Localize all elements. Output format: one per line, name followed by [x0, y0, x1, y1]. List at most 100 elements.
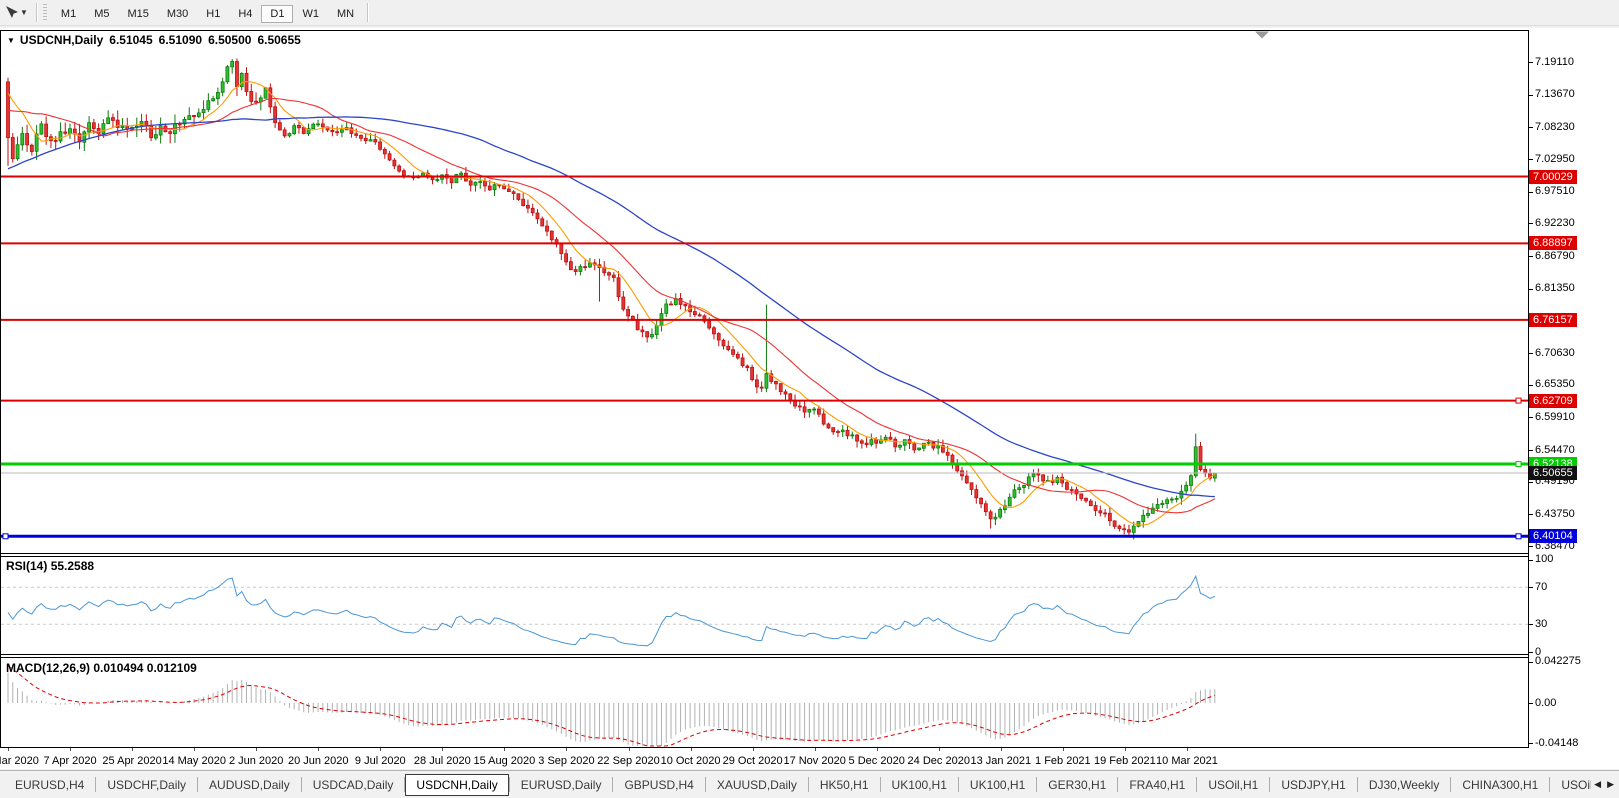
date-label: 9 Jul 2020 — [354, 755, 406, 767]
axis-tick-mark — [1529, 417, 1533, 419]
tab-usoil-h1[interactable]: USOil,H1 — [1197, 774, 1269, 796]
axis-tick-mark — [1529, 652, 1533, 653]
axis-tick-mark — [1529, 559, 1533, 561]
timeframe-button-mn[interactable]: MN — [328, 5, 363, 23]
macd-tick-label: -0.04148 — [1535, 736, 1579, 749]
date-label: 13 Jan 2021 — [970, 755, 1032, 767]
date-label: 22 Sep 2020 — [597, 755, 660, 767]
tab-audusd-daily[interactable]: AUDUSD,Daily — [198, 774, 301, 796]
date-tick-mark — [1062, 748, 1064, 751]
price-tick-label: 7.19110 — [1535, 55, 1574, 68]
current-price-badge: 6.50655 — [1529, 465, 1577, 480]
date-label: 14 May 2020 — [162, 755, 226, 767]
date-label: 17 Nov 2020 — [783, 755, 846, 767]
ohlc-open: 6.51045 — [109, 33, 153, 47]
tab-china300-h1[interactable]: CHINA300,H1 — [1451, 774, 1549, 796]
tab-usoil-h1[interactable]: USOil,H1 — [1550, 774, 1596, 796]
axis-tick-mark — [1529, 223, 1533, 225]
chart-tabs: EURUSD,H4 USDCHF,Daily AUDUSD,Daily USDCAD,… — [0, 771, 1596, 798]
timeframe-button-w1[interactable]: W1 — [293, 5, 328, 23]
toolbar-separator-2 — [367, 3, 369, 22]
tab-gbpusd-h4[interactable]: GBPUSD,H4 — [613, 774, 704, 796]
tab-eurusd-daily[interactable]: EURUSD,Daily — [510, 774, 613, 796]
axis-tick-mark — [1529, 587, 1533, 589]
tab-usdchf-daily[interactable]: USDCHF,Daily — [96, 774, 197, 796]
price-tick-label: 6.81350 — [1535, 282, 1575, 295]
date-tick-mark — [318, 748, 320, 751]
tab-dj30-weekly[interactable]: DJ30,Weekly — [1358, 774, 1450, 796]
tab-eurusd-h4[interactable]: EURUSD,H4 — [4, 774, 95, 796]
top-toolbar: ▼ M1 M5 M15 M30 H1 H4 D1 W1 MN — [0, 0, 1619, 26]
date-label: 3 Sep 2020 — [538, 755, 595, 767]
timeframe-button-h1[interactable]: H1 — [197, 5, 229, 23]
rsi-tick-label: 70 — [1535, 580, 1548, 593]
tab-scroll-left-icon[interactable]: ◀ — [1591, 779, 1604, 790]
date-tick-mark — [566, 748, 568, 751]
date-label: 10 Oct 2020 — [660, 755, 721, 767]
tab-fra40-h1[interactable]: FRA40,H1 — [1118, 774, 1196, 796]
date-label: 20 Jun 2020 — [287, 755, 349, 767]
date-tick-mark — [132, 748, 134, 751]
tab-usdcnh-daily[interactable]: USDCNH,Daily — [405, 773, 509, 796]
toolbar-grip-handle[interactable] — [42, 4, 47, 21]
date-label: 25 Apr 2020 — [102, 755, 162, 767]
axis-tick-mark — [1529, 94, 1533, 96]
macd-label: MACD(12,26,9) 0.010494 0.012109 — [6, 661, 197, 675]
chart-menu-caret[interactable]: ▼ — [7, 36, 15, 45]
axis-tick-mark — [1529, 191, 1533, 193]
tab-hk50-h1[interactable]: HK50,H1 — [809, 774, 880, 796]
axis-tick-mark — [1529, 661, 1533, 663]
tab-uk100-h1[interactable]: UK100,H1 — [881, 774, 958, 796]
date-tick-mark — [1000, 748, 1002, 751]
date-tick-mark — [628, 748, 630, 751]
date-tick-mark — [194, 748, 196, 751]
level-price-badge: 7.00029 — [1529, 169, 1577, 184]
rsi-tick-label: 30 — [1535, 617, 1548, 630]
price-tick-label: 7.13670 — [1535, 88, 1575, 101]
tab-usdjpy-h1[interactable]: USDJPY,H1 — [1270, 774, 1356, 796]
tab-uk100-h1[interactable]: UK100,H1 — [959, 774, 1036, 796]
rsi-value: 55.2588 — [50, 559, 95, 573]
price-chart-canvas[interactable] — [0, 28, 1529, 768]
chart-title: ▼ USDCNH,Daily 6.51045 6.51090 6.50500 6.5065… — [7, 33, 301, 47]
date-label: 19 Feb 2021 — [1094, 755, 1156, 767]
timeframe-button-m5[interactable]: M5 — [85, 5, 118, 23]
date-label: 7 Apr 2020 — [43, 755, 97, 767]
macd-tick-label: 0.042275 — [1535, 655, 1581, 668]
chart-pointer-icon[interactable] — [2, 4, 20, 22]
macd-signal-value: 0.012109 — [146, 661, 197, 675]
tab-usdcad-daily[interactable]: USDCAD,Daily — [302, 774, 405, 796]
chart-symbol-label: USDCNH,Daily — [19, 33, 104, 47]
ohlc-high: 6.51090 — [158, 33, 203, 47]
axis-tick-mark — [1529, 159, 1533, 160]
timeframe-button-m1[interactable]: M1 — [52, 5, 85, 23]
price-tick-label: 6.70630 — [1535, 346, 1575, 359]
price-tick-label: 6.65350 — [1535, 378, 1575, 391]
timeframe-button-d1[interactable]: D1 — [261, 4, 294, 23]
date-tick-mark — [1124, 748, 1126, 751]
date-tick-mark — [814, 748, 816, 751]
date-tick-mark — [690, 748, 692, 751]
date-tick-mark — [938, 748, 940, 751]
timeframe-button-h4[interactable]: H4 — [229, 5, 261, 23]
date-label: 28 Jul 2020 — [413, 755, 471, 767]
tab-xauusd-daily[interactable]: XAUUSD,Daily — [706, 774, 808, 796]
level-price-badge: 6.88897 — [1529, 236, 1577, 251]
rsi-label: RSI(14) 55.2588 — [6, 559, 95, 573]
timeframe-button-m15[interactable]: M15 — [118, 5, 157, 23]
timeframe-button-m30[interactable]: M30 — [158, 5, 197, 23]
tab-ger30-h1[interactable]: GER30,H1 — [1037, 774, 1117, 796]
tool-dropdown-caret[interactable]: ▼ — [20, 8, 28, 17]
price-tick-label: 7.02950 — [1535, 152, 1575, 165]
tab-scroll-right-icon[interactable]: ▶ — [1604, 779, 1617, 790]
price-tick-label: 6.86790 — [1535, 249, 1575, 262]
macd-tick-label: 0.00 — [1535, 696, 1557, 709]
axis-tick-mark — [1529, 288, 1533, 290]
date-label: 10 Mar 2021 — [1156, 755, 1218, 767]
price-axis[interactable]: 7.19110 7.13670 7.08230 7.02950 6.97510 6.922… — [1529, 28, 1619, 769]
level-price-badge: 6.62709 — [1529, 393, 1577, 408]
date-tick-mark — [1186, 748, 1188, 751]
tab-scroll-nav: ◀ ▶ — [1591, 771, 1617, 798]
rsi-tick-label: 100 — [1535, 553, 1554, 565]
date-label: 1 Feb 2021 — [1035, 755, 1091, 767]
